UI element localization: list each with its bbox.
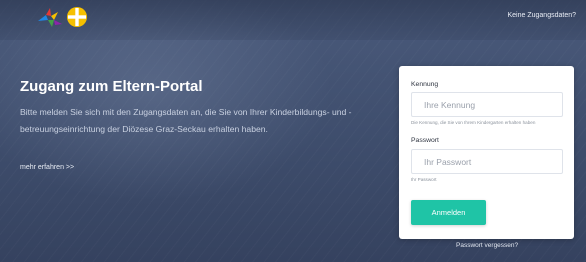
- top-bar: Keine Zugangsdaten?: [0, 0, 586, 40]
- password-help-text: Ihr Passwort: [411, 177, 437, 182]
- pinwheel-logo-icon[interactable]: [36, 6, 64, 28]
- page-title: Zugang zum Eltern-Portal: [20, 78, 203, 95]
- password-label: Passwort: [411, 137, 439, 144]
- login-card: Kennung Die Kennung, die Sie von Ihrem K…: [399, 66, 574, 239]
- password-input[interactable]: [411, 149, 563, 174]
- username-help-text: Die Kennung, die Sie von Ihrem Kindergar…: [411, 120, 536, 125]
- forgot-password-link[interactable]: Passwort vergessen?: [456, 242, 518, 249]
- cross-logo-icon[interactable]: [66, 6, 88, 28]
- learn-more-link[interactable]: mehr erfahren >>: [20, 164, 74, 171]
- username-input[interactable]: [411, 92, 563, 117]
- login-button[interactable]: Anmelden: [411, 200, 486, 225]
- no-credentials-link[interactable]: Keine Zugangsdaten?: [508, 12, 577, 19]
- username-label: Kennung: [411, 81, 439, 88]
- page-background: Keine Zugangsdaten? Zugang zum Eltern-Po…: [0, 0, 586, 262]
- intro-text: Bitte melden Sie sich mit den Zugangsdat…: [20, 107, 352, 134]
